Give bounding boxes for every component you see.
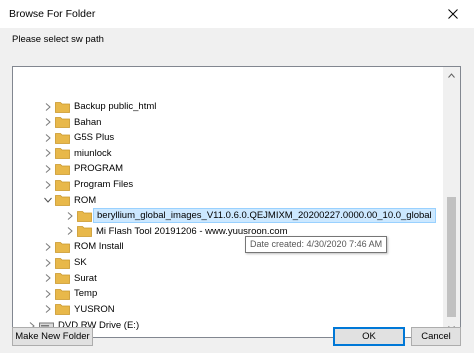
tree-item-label: Bahan bbox=[74, 116, 102, 128]
tree-item-label: Backup public_html bbox=[74, 101, 157, 112]
date-created-tooltip: Date created: 4/30/2020 7:46 AM bbox=[245, 236, 388, 253]
folder-icon bbox=[53, 254, 71, 271]
chevron-right-icon[interactable] bbox=[43, 270, 53, 287]
folder-icon bbox=[53, 114, 71, 131]
tree-item[interactable]: PROGRAM bbox=[43, 160, 126, 177]
folder-icon bbox=[53, 176, 71, 193]
scroll-up-button[interactable] bbox=[443, 67, 460, 84]
tree-item-label: beryllium_global_images_V11.0.6.0.QEJMIX… bbox=[93, 208, 436, 224]
chevron-right-icon[interactable] bbox=[43, 254, 53, 271]
tree-item-label: miunlock bbox=[74, 147, 112, 159]
chevron-right-icon[interactable] bbox=[43, 160, 53, 177]
folder-icon bbox=[53, 270, 71, 287]
close-button[interactable] bbox=[432, 0, 474, 28]
make-new-folder-button[interactable]: Make New Folder bbox=[12, 327, 93, 346]
folder-icon bbox=[53, 238, 71, 255]
chevron-right-icon[interactable] bbox=[43, 238, 53, 255]
vertical-scrollbar[interactable] bbox=[443, 67, 460, 337]
folder-icon bbox=[53, 129, 71, 146]
tree-item-label: SK bbox=[74, 257, 87, 268]
folder-icon bbox=[53, 145, 71, 162]
tree-item[interactable]: Surat bbox=[43, 270, 100, 287]
tree-item-label: Program Files bbox=[74, 179, 134, 190]
ok-button[interactable]: OK bbox=[333, 327, 405, 346]
tree-item-label: Temp bbox=[74, 288, 98, 300]
chevron-right-icon[interactable] bbox=[43, 285, 53, 302]
folder-icon bbox=[75, 207, 93, 224]
tree-item[interactable]: miunlock bbox=[43, 145, 115, 162]
chevron-up-icon bbox=[448, 73, 455, 78]
chevron-right-icon[interactable] bbox=[65, 223, 75, 240]
folder-tree[interactable]: Backup public_html Bahan G5S Plus miunlock P… bbox=[12, 66, 461, 338]
folder-icon bbox=[53, 192, 71, 209]
cancel-button[interactable]: Cancel bbox=[411, 327, 461, 346]
tree-item-label: ROM bbox=[74, 194, 97, 206]
title-bar: Browse For Folder bbox=[0, 0, 474, 28]
tree-item-label: G5S Plus bbox=[74, 132, 115, 144]
tree-item[interactable]: ROM bbox=[43, 192, 99, 209]
folder-icon bbox=[53, 160, 71, 177]
folder-icon bbox=[75, 223, 93, 240]
chevron-right-icon[interactable] bbox=[43, 98, 53, 115]
tree-item[interactable]: beryllium_global_images_V11.0.6.0.QEJMIX… bbox=[65, 207, 436, 224]
tree-item-label: ROM Install bbox=[74, 241, 124, 253]
tree-item[interactable]: Temp bbox=[43, 285, 100, 302]
prompt-text: Please select sw path bbox=[12, 34, 104, 45]
tree-item-label: Surat bbox=[74, 272, 97, 284]
chevron-down-icon[interactable] bbox=[43, 192, 53, 209]
chevron-right-icon[interactable] bbox=[43, 114, 53, 131]
close-icon bbox=[448, 9, 458, 19]
window-title: Browse For Folder bbox=[9, 8, 96, 20]
tree-item[interactable]: Bahan bbox=[43, 114, 104, 131]
chevron-right-icon[interactable] bbox=[43, 301, 53, 318]
tree-item-label: YUSRON bbox=[74, 303, 115, 315]
chevron-right-icon[interactable] bbox=[43, 145, 53, 162]
scroll-thumb[interactable] bbox=[447, 197, 456, 317]
tree-item[interactable]: SK bbox=[43, 254, 90, 271]
tree-item[interactable]: G5S Plus bbox=[43, 129, 117, 146]
folder-icon bbox=[53, 285, 71, 302]
folder-icon bbox=[53, 98, 71, 115]
dialog-body: Please select sw path Backup public_html… bbox=[0, 28, 474, 353]
tree-item[interactable]: Backup public_html bbox=[43, 98, 159, 115]
chevron-right-icon[interactable] bbox=[65, 207, 75, 224]
tree-item[interactable]: YUSRON bbox=[43, 301, 118, 318]
chevron-right-icon[interactable] bbox=[43, 129, 53, 146]
tree-item[interactable]: Program Files bbox=[43, 176, 136, 193]
folder-icon bbox=[53, 301, 71, 318]
chevron-right-icon[interactable] bbox=[43, 176, 53, 193]
tree-item[interactable]: ROM Install bbox=[43, 238, 127, 255]
tree-item-label: PROGRAM bbox=[74, 163, 124, 175]
